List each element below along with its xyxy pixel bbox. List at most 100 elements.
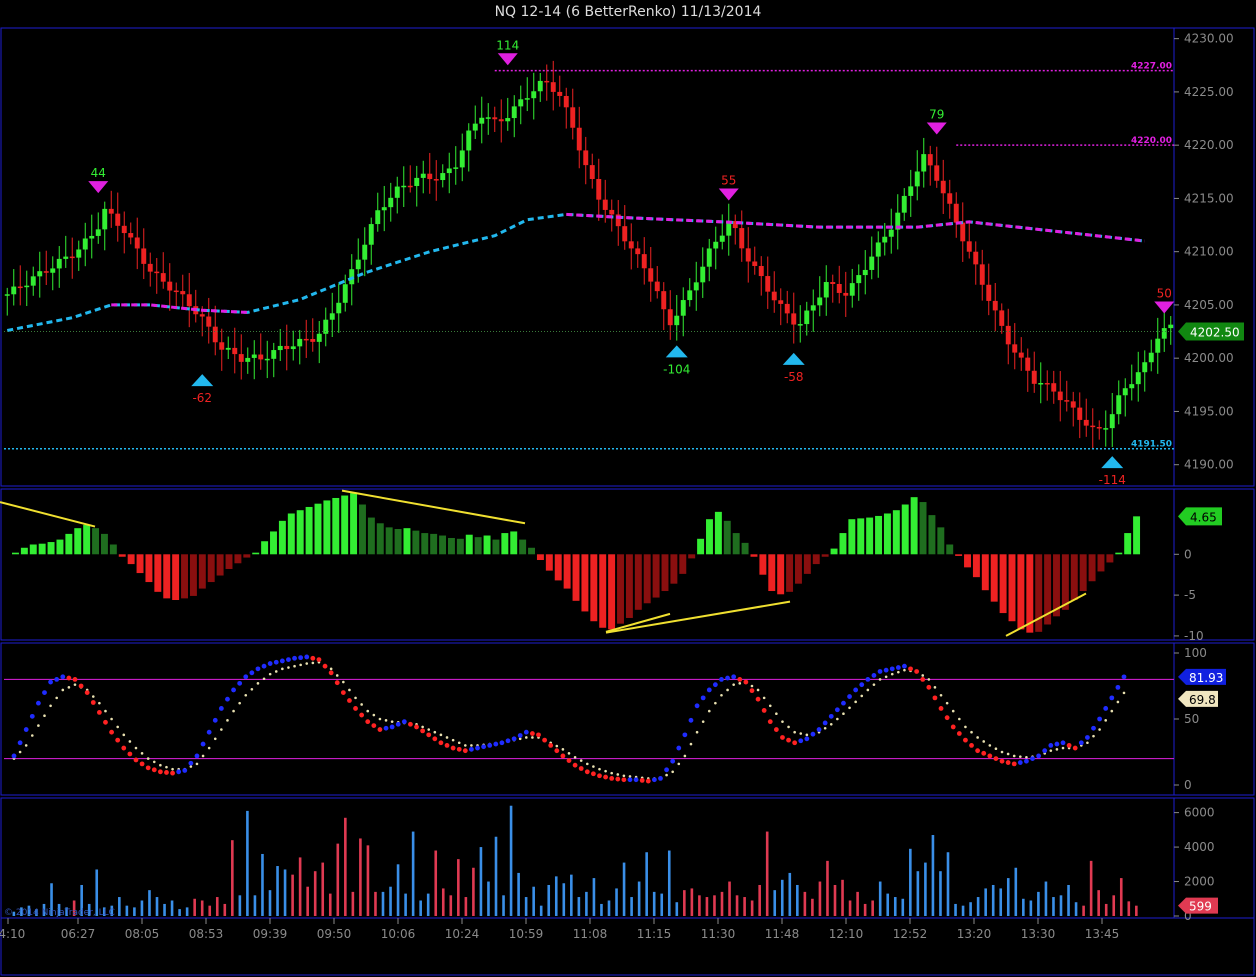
candle-body [511, 106, 517, 119]
momentum-bar [1106, 554, 1114, 563]
volume-bar [328, 893, 332, 916]
candle-body [1044, 382, 1050, 385]
volume-bar [1074, 902, 1078, 916]
stochastic-d-dot [427, 728, 431, 731]
volume-bar [803, 891, 807, 916]
candle-body [973, 251, 979, 265]
candle-body [1122, 388, 1128, 396]
stochastic-d-dot [274, 670, 278, 673]
stochastic-d-dot [823, 726, 827, 730]
stochastic-d-dot [616, 773, 620, 776]
stochastic-k-dot [719, 677, 724, 682]
momentum-bar [875, 515, 883, 555]
stochastic-d-dot [976, 736, 979, 739]
stochastic-k-dot [237, 680, 243, 686]
candle-body [531, 91, 537, 99]
last-price-label: 4202.50 [1190, 326, 1240, 340]
momentum-bar [599, 554, 607, 628]
trading-chart[interactable]: 4230.00 4225.00 4220.00 4215.00 4210.00 4205.… [0, 0, 1256, 977]
stochastic-d-dot [37, 724, 40, 727]
volume-bar [1059, 895, 1063, 916]
stochastic-d-dot [329, 667, 333, 671]
volume-bar [1112, 895, 1116, 916]
signal-bottom-triangle [1101, 456, 1124, 469]
volume-value-label: 599 [1189, 900, 1212, 914]
volume-bar [291, 874, 294, 916]
momentum-tick-label: 0 [1184, 547, 1192, 561]
stochastic-d-dot [890, 672, 894, 676]
stochastic-k-dot [328, 670, 334, 676]
stochastic-k-dot [627, 777, 633, 783]
volume-bar [163, 903, 166, 916]
stochastic-k-dot [420, 728, 426, 734]
stochastic-d-dot [884, 675, 888, 679]
stochastic-d-dot [592, 765, 595, 768]
stochastic-d-dot [152, 760, 156, 764]
stochastic-k-dot [755, 696, 761, 702]
stochastic-d-dot [110, 717, 113, 721]
candle-body [804, 310, 810, 325]
candle-body [999, 310, 1005, 326]
momentum-bar [154, 554, 162, 592]
stochastic-k-dot [603, 774, 608, 780]
stochastic-k-dot [694, 703, 700, 709]
signal-label: 44 [91, 166, 106, 180]
candle-body [355, 259, 361, 270]
stochastic-k-dot [798, 738, 804, 744]
volume-bar [683, 890, 686, 916]
candle-body [219, 342, 225, 350]
candle-body [1005, 325, 1011, 345]
stochastic-k-dot [157, 769, 163, 775]
stochastic-k-dot [218, 706, 224, 711]
stochastic-k-dot [956, 731, 962, 736]
candle-body [784, 303, 790, 314]
time-tick-label: 08:53 [189, 927, 224, 941]
stochastic-k-dot [340, 690, 346, 695]
momentum-bar [688, 554, 696, 559]
stochastic-k-dot [969, 743, 974, 748]
stochastic-k-dot [1072, 745, 1078, 751]
stochastic-k-dot [1005, 760, 1011, 765]
stochastic-k-dot [633, 777, 639, 783]
stochastic-k-dot [292, 655, 297, 661]
stochastic-k-dot [1109, 695, 1115, 701]
stochastic-k-dot [841, 700, 846, 706]
stochastic-d-dot [726, 688, 729, 692]
stochastic-k-dot [645, 778, 651, 784]
volume-bar [1022, 898, 1025, 916]
stochastic-k-dot [347, 698, 352, 703]
stochastic-k-dot [66, 675, 72, 681]
volume-bar [735, 895, 739, 916]
candle-body [687, 290, 693, 301]
momentum-bar [919, 502, 927, 555]
stochastic-k-dot [206, 729, 212, 735]
candle-body [108, 208, 114, 214]
stochastic-d-dot [707, 709, 711, 713]
momentum-bar [145, 554, 153, 583]
stochastic-d-dot [457, 741, 461, 745]
stochastic-d-dot [1098, 728, 1101, 731]
candle-body [95, 229, 101, 236]
candle-body [505, 118, 511, 122]
momentum-bar [163, 554, 171, 599]
stochastic-d-dot [982, 740, 986, 743]
candle-body [635, 248, 641, 255]
panel-st-frame [0, 642, 1255, 796]
stochastic-d-dot [140, 752, 144, 755]
candle-body [1116, 395, 1122, 415]
signal-top-triangle [1154, 301, 1175, 314]
momentum-tick-label: -10 [1184, 629, 1204, 643]
volume-bar [841, 879, 844, 916]
candle-body [947, 193, 953, 204]
stochastic-d-dot [945, 701, 949, 705]
stochastic-d-dot [622, 774, 626, 778]
stochastic-k-dot [767, 719, 773, 725]
stochastic-k-dot [584, 769, 590, 775]
volume-bar [675, 902, 679, 916]
stochastic-d-dot [1061, 746, 1065, 750]
stochastic-k-dot [286, 657, 291, 662]
stochastic-k-dot [475, 745, 480, 751]
stochastic-k-dot [523, 729, 529, 735]
volume-bar [758, 884, 761, 916]
stochastic-d-dot [238, 701, 241, 705]
